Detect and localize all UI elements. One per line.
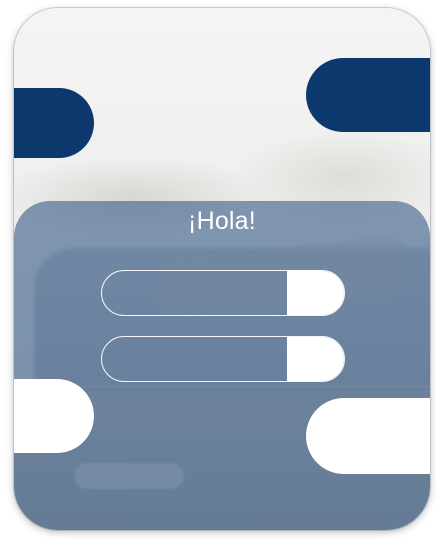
username-field-cap — [287, 271, 344, 315]
login-card: ¡Hola! — [14, 8, 430, 530]
decorative-white-blob-left — [14, 379, 94, 453]
username-field[interactable] — [101, 270, 345, 316]
decorative-white-blob-right — [306, 398, 430, 474]
login-screen: ¡Hola! — [0, 0, 444, 547]
username-input[interactable] — [102, 271, 288, 315]
password-input[interactable] — [102, 337, 288, 381]
decorative-navy-blob-right — [306, 58, 430, 132]
decorative-navy-blob-left — [14, 88, 94, 158]
greeting-title: ¡Hola! — [188, 207, 256, 235]
password-field-cap — [287, 337, 344, 381]
password-field[interactable] — [101, 336, 345, 382]
